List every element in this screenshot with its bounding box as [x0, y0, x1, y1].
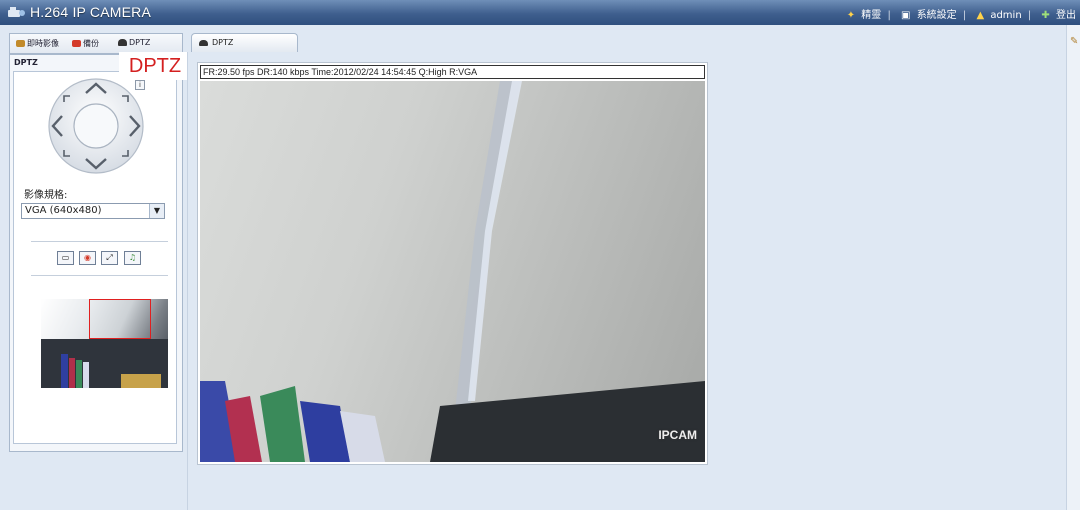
resolution-select[interactable]: VGA (640x480) ▼	[21, 203, 165, 219]
chevron-down-icon[interactable]: ▼	[149, 204, 164, 218]
user-icon: ▲	[976, 10, 985, 21]
resolution-value: VGA (640x480)	[25, 205, 102, 216]
record-icon: ◉	[84, 253, 91, 262]
dptz-icon	[199, 39, 208, 46]
video-scene	[200, 81, 705, 462]
divider	[31, 275, 168, 276]
live-video[interactable]: IPCAM	[200, 81, 705, 462]
dptz-callout-label: DPTZ	[119, 52, 191, 80]
stream-info-bar: FR:29.50 fps DR:140 kbps Time:2012/02/24…	[200, 65, 705, 79]
tab-backup[interactable]: 備份	[72, 38, 99, 49]
thumbnail-scene	[83, 362, 89, 388]
pencil-icon[interactable]: ✎	[1070, 36, 1078, 47]
snapshot-icon: ▭	[61, 253, 70, 262]
roi-selection-box[interactable]	[89, 299, 151, 339]
video-watermark: IPCAM	[658, 428, 697, 442]
top-bar: H.264 IP CAMERA ✦ 精靈 | ▣ 系統設定 | ▲ admin …	[0, 0, 1080, 25]
live-view-icon	[16, 40, 25, 47]
thumbnail-scene	[69, 358, 75, 388]
right-scroll-edge: ✎	[1066, 25, 1080, 510]
audio-button[interactable]: ♫	[124, 251, 141, 265]
backup-icon	[72, 40, 81, 47]
app-title: H.264 IP CAMERA	[30, 4, 152, 20]
center-button[interactable]	[73, 103, 119, 149]
overview-thumbnail[interactable]	[41, 299, 168, 388]
header-links: ✦ 精靈 | ▣ 系統設定 | ▲ admin | ✚ 登出	[846, 10, 1076, 21]
camera-logo-icon	[8, 7, 25, 17]
direction-pad	[48, 78, 144, 174]
audio-icon: ♫	[128, 253, 137, 262]
resolution-label: 影像規格:	[24, 190, 68, 201]
logout-icon: ✚	[1041, 10, 1050, 21]
wizard-icon: ✦	[846, 10, 856, 21]
tab-dptz-view[interactable]: DPTZ	[191, 33, 298, 52]
tab-dptz[interactable]: DPTZ	[118, 38, 150, 47]
left-tab-strip: 即時影像 備份 DPTZ	[9, 33, 183, 54]
user-link[interactable]: admin	[990, 10, 1021, 21]
record-button[interactable]: ◉	[79, 251, 96, 265]
system-settings-link[interactable]: 系統設定	[917, 10, 957, 21]
system-settings-icon: ▣	[901, 10, 911, 21]
tab-live-view[interactable]: 即時影像	[16, 38, 59, 49]
info-icon[interactable]: i	[135, 80, 145, 90]
logout-link[interactable]: 登出	[1056, 10, 1076, 21]
thumbnail-scene	[61, 354, 68, 388]
fullscreen-icon: ⤢	[106, 253, 113, 262]
divider	[31, 241, 168, 242]
snapshot-button[interactable]: ▭	[57, 251, 74, 265]
wizard-link[interactable]: 精靈	[861, 10, 881, 21]
fullscreen-button[interactable]: ⤢	[101, 251, 118, 265]
thumbnail-scene	[121, 374, 161, 388]
thumbnail-scene	[76, 360, 82, 388]
dptz-icon	[118, 39, 127, 46]
panel-header: DPTZ	[14, 58, 38, 67]
